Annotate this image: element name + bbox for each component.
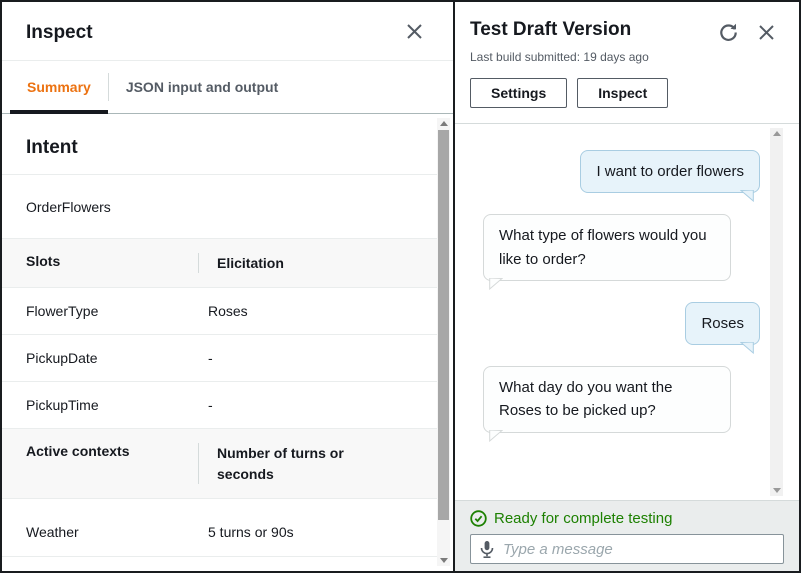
chat-footer: Ready for complete testing — [455, 500, 799, 571]
message-input[interactable] — [503, 541, 774, 558]
chat-message-bot: What type of flowers would you like to o… — [483, 214, 763, 281]
slot-name: FlowerType — [2, 288, 208, 334]
scroll-up-icon[interactable] — [437, 118, 450, 129]
slot-value: - — [208, 335, 439, 381]
intent-heading: Intent — [2, 114, 439, 175]
scrollbar-thumb[interactable] — [438, 130, 449, 520]
bubble-tail — [489, 278, 503, 290]
bubble-tail — [740, 190, 754, 202]
table-row: Weather 5 turns or 90s — [2, 499, 439, 557]
inspect-button[interactable]: Inspect — [577, 78, 668, 108]
scroll-down-icon[interactable] — [770, 485, 783, 496]
chat-message-bot: What day do you want the Roses to be pic… — [483, 366, 763, 433]
context-value: 2 turns or 30s — [208, 557, 439, 569]
message-text: Roses — [701, 315, 744, 332]
check-circle-icon — [470, 510, 487, 527]
refresh-icon — [718, 22, 739, 46]
close-icon — [406, 23, 423, 43]
close-icon — [758, 24, 775, 44]
test-close-button[interactable] — [758, 24, 775, 44]
inspect-header: Inspect — [2, 2, 453, 61]
slot-value: - — [208, 382, 439, 428]
slot-name: PickupDate — [2, 335, 208, 381]
slots-col-header: Slots — [2, 253, 198, 273]
scroll-down-icon[interactable] — [437, 555, 450, 566]
message-text: What type of flowers would you like to o… — [499, 227, 707, 267]
contexts-table-header: Active contexts Number of turns or secon… — [2, 429, 439, 499]
bubble-tail — [489, 430, 503, 442]
test-title: Test Draft Version — [470, 19, 631, 41]
status-row: Ready for complete testing — [470, 510, 784, 527]
status-text: Ready for complete testing — [494, 510, 672, 527]
last-build-text: Last build submitted: 19 days ago — [470, 50, 775, 64]
intent-name: OrderFlowers — [2, 175, 439, 239]
context-value: 5 turns or 90s — [208, 499, 439, 556]
table-row: Traffic 2 turns or 30s — [2, 557, 439, 569]
scroll-up-icon[interactable] — [770, 128, 783, 139]
table-row: FlowerType Roses — [2, 288, 439, 335]
slots-table-header: Slots Elicitation — [2, 239, 439, 288]
bubble-tail — [740, 342, 754, 354]
table-row: PickupDate - — [2, 335, 439, 382]
active-contexts-col-header: Active contexts — [2, 443, 198, 484]
chat-scrollbar[interactable] — [770, 128, 783, 496]
tab-summary[interactable]: Summary — [10, 61, 108, 113]
test-header: Test Draft Version — [455, 2, 799, 124]
inspect-content: Intent OrderFlowers Slots Elicitation Fl… — [2, 114, 439, 569]
context-name: Weather — [2, 499, 208, 556]
test-panel: Test Draft Version — [453, 2, 799, 571]
turns-col-header: Number of turns or seconds — [199, 443, 439, 484]
chat-message-user: Roses — [483, 302, 763, 345]
inspect-panel: Inspect Summary JSON input and output In… — [2, 2, 453, 571]
inspect-title: Inspect — [26, 22, 93, 44]
tab-json-input-output[interactable]: JSON input and output — [109, 61, 295, 113]
message-text: I want to order flowers — [596, 163, 744, 180]
inspect-tabs: Summary JSON input and output — [2, 61, 453, 114]
refresh-button[interactable] — [718, 22, 739, 46]
chat-area: I want to order flowers What type of flo… — [455, 124, 799, 500]
message-input-box[interactable] — [470, 534, 784, 564]
chat-message-user: I want to order flowers — [483, 150, 763, 193]
elicitation-col-header: Elicitation — [199, 253, 439, 273]
settings-button[interactable]: Settings — [470, 78, 567, 108]
slot-value: Roses — [208, 288, 439, 334]
table-row: PickupTime - — [2, 382, 439, 429]
inspect-scrollbar[interactable] — [437, 118, 450, 566]
slot-name: PickupTime — [2, 382, 208, 428]
dialog-window: Inspect Summary JSON input and output In… — [0, 0, 801, 573]
context-name: Traffic — [2, 557, 208, 569]
message-text: What day do you want the Roses to be pic… — [499, 379, 672, 419]
microphone-icon[interactable] — [480, 540, 494, 559]
inspect-close-button[interactable] — [406, 23, 423, 43]
